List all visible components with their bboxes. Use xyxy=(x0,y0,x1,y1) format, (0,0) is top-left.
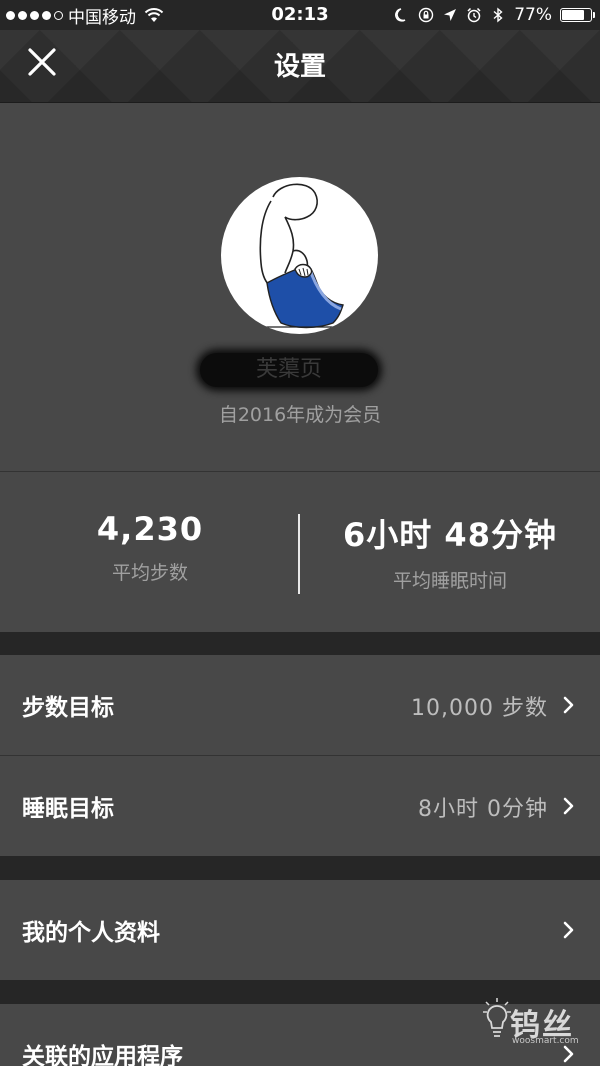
average-steps-stat: 4,230 平均步数 xyxy=(0,510,300,585)
avatar[interactable] xyxy=(221,177,378,334)
step-goal-label: 步数目标 xyxy=(22,695,114,721)
average-sleep-value: 6小时 48分钟 xyxy=(343,516,557,554)
rotation-lock-icon xyxy=(419,7,434,23)
chevron-right-icon xyxy=(563,696,574,714)
nav-bar: 设置 xyxy=(0,30,600,103)
alarm-icon xyxy=(467,7,481,23)
step-goal-row[interactable]: 步数目标 10,000 步数 xyxy=(0,655,600,755)
member-since-label: 自2016年成为会员 xyxy=(218,404,382,426)
linked-apps-label: 关联的应用程序 xyxy=(22,1044,183,1066)
watermark: 钨丝 woosmart.com xyxy=(480,996,590,1056)
profile-section: 芙蕖页 自2016年成为会员 xyxy=(0,103,600,472)
settings-screen: 中国移动 02:13 77% 设置 芙蕖页 自2016年成为会员 4,230 平… xyxy=(0,0,600,1066)
my-profile-label: 我的个人资料 xyxy=(22,920,160,946)
section-gap xyxy=(0,856,600,880)
average-sleep-label: 平均睡眠时间 xyxy=(392,570,507,592)
battery-level xyxy=(562,10,584,20)
location-icon xyxy=(444,9,457,21)
average-steps-value: 4,230 xyxy=(96,510,204,548)
username: 芙蕖页 xyxy=(200,353,378,387)
section-gap xyxy=(0,632,600,655)
watermark-subtext: woosmart.com xyxy=(512,1036,579,1046)
status-right: 77% xyxy=(394,4,595,26)
step-goal-value: 10,000 步数 xyxy=(411,696,548,721)
sleep-goal-row[interactable]: 睡眠目标 8小时 0分钟 xyxy=(0,756,600,856)
battery-icon xyxy=(560,8,595,22)
my-profile-row[interactable]: 我的个人资料 xyxy=(0,880,600,980)
status-bar: 中国移动 02:13 77% xyxy=(0,0,600,30)
chevron-right-icon xyxy=(563,797,574,815)
chevron-right-icon xyxy=(563,921,574,939)
lightbulb-icon xyxy=(483,998,511,1037)
average-sleep-stat: 6小时 48分钟 平均睡眠时间 xyxy=(300,510,600,593)
average-steps-label: 平均步数 xyxy=(111,562,188,584)
battery-percent: 77% xyxy=(514,5,552,25)
sleep-goal-value: 8小时 0分钟 xyxy=(418,797,548,822)
stats-section: 4,230 平均步数 6小时 48分钟 平均睡眠时间 xyxy=(0,472,600,632)
page-title: 设置 xyxy=(273,52,326,82)
avatar-illustration xyxy=(251,183,351,329)
sleep-goal-label: 睡眠目标 xyxy=(22,796,114,822)
moon-icon xyxy=(395,8,406,22)
bluetooth-icon xyxy=(493,7,503,23)
